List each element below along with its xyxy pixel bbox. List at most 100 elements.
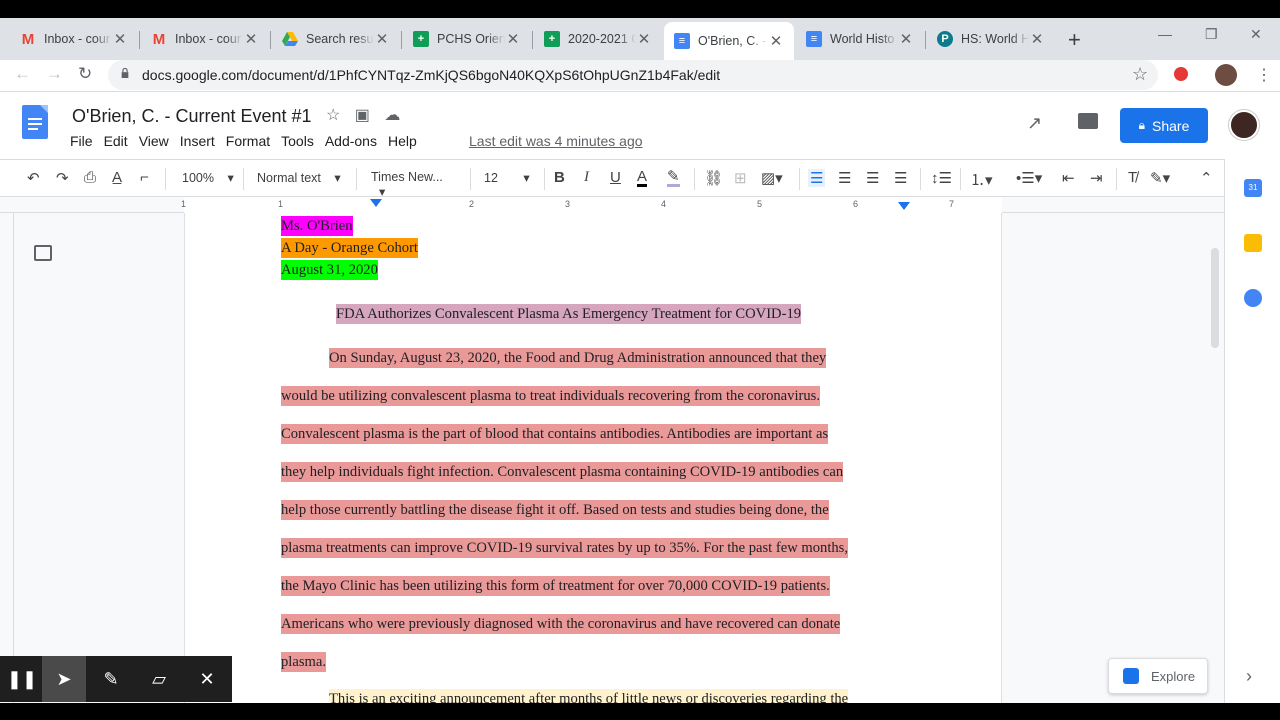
- close-tab-icon[interactable]: ✕: [636, 30, 652, 48]
- reload-icon[interactable]: ↻: [78, 64, 92, 84]
- close-tab-icon[interactable]: ✕: [505, 30, 521, 48]
- share-label: Share: [1152, 117, 1190, 134]
- minimize-icon[interactable]: —: [1158, 26, 1172, 42]
- back-icon[interactable]: ←: [14, 64, 31, 84]
- letterbox-top: [0, 0, 1280, 18]
- spellcheck-icon[interactable]: A̲: [112, 169, 122, 186]
- close-tab-icon[interactable]: ✕: [243, 30, 259, 48]
- document-title[interactable]: O'Brien, C. - Current Event #1: [72, 106, 312, 127]
- chevron-right-icon[interactable]: ›: [1246, 666, 1252, 687]
- print-icon[interactable]: ⎙: [84, 169, 96, 186]
- share-button[interactable]: 🔒︎ Share: [1120, 108, 1208, 143]
- undo-icon[interactable]: ↶: [27, 169, 40, 187]
- add-comment-icon[interactable]: ⊞: [734, 169, 747, 187]
- browser-menu-icon[interactable]: ⋮: [1256, 65, 1272, 85]
- numbered-list-icon[interactable]: ⒈▾: [970, 169, 993, 190]
- menu-view[interactable]: View: [139, 133, 169, 149]
- clear-formatting-icon[interactable]: T̸: [1128, 169, 1137, 186]
- star-icon[interactable]: ☆: [326, 107, 340, 124]
- account-avatar[interactable]: [1229, 110, 1259, 140]
- close-icon[interactable]: ✕: [185, 656, 229, 702]
- increase-indent-icon[interactable]: ⇥: [1090, 169, 1103, 187]
- horizontal-ruler[interactable]: 1 1 2 3 4 5 6 7: [0, 197, 1224, 213]
- align-left-icon[interactable]: ☰: [808, 169, 826, 187]
- menu-insert[interactable]: Insert: [180, 133, 215, 149]
- close-tab-icon[interactable]: ✕: [1029, 30, 1045, 48]
- insert-image-icon[interactable]: ▨▾: [761, 169, 783, 187]
- align-center-icon[interactable]: ☰: [838, 169, 851, 187]
- profile-avatar[interactable]: [1215, 64, 1237, 86]
- browser-tab[interactable]: P HS: World H ✕: [927, 24, 1055, 54]
- document-outline-icon[interactable]: [34, 245, 52, 261]
- browser-tab[interactable]: M Inbox - cour ✕: [141, 24, 269, 54]
- insert-link-icon[interactable]: ⛓: [704, 169, 723, 187]
- menu-addons[interactable]: Add-ons: [325, 133, 377, 149]
- text-color-icon[interactable]: A: [637, 169, 648, 187]
- style-select[interactable]: Normal text ▾: [257, 170, 347, 185]
- browser-tab[interactable]: ≡ World Histo ✕: [796, 24, 924, 54]
- decrease-indent-icon[interactable]: ⇤: [1062, 169, 1075, 187]
- url-text: docs.google.com/document/d/1PhfCYNTqz-Zm…: [142, 67, 721, 83]
- restore-icon[interactable]: ❐: [1205, 26, 1218, 43]
- close-window-icon[interactable]: ✕: [1250, 26, 1262, 43]
- close-tab-icon[interactable]: ✕: [768, 32, 784, 50]
- bulleted-list-icon[interactable]: •☰▾: [1016, 169, 1042, 187]
- new-tab-button[interactable]: +: [1068, 27, 1081, 53]
- browser-tab[interactable]: + PCHS Orient ✕: [403, 24, 531, 54]
- close-tab-icon[interactable]: ✕: [112, 30, 128, 48]
- redo-icon[interactable]: ↷: [56, 169, 69, 187]
- forward-icon[interactable]: →: [46, 64, 63, 84]
- menu-tools[interactable]: Tools: [281, 133, 314, 149]
- tasks-icon[interactable]: [1244, 289, 1262, 307]
- pen-icon[interactable]: ✎: [89, 656, 133, 702]
- indent-marker[interactable]: [370, 199, 382, 207]
- explore-button[interactable]: Explore: [1108, 658, 1208, 694]
- browser-tab[interactable]: Search result ✕: [272, 24, 400, 54]
- menu-help[interactable]: Help: [388, 133, 417, 149]
- align-right-icon[interactable]: ☰: [866, 169, 879, 187]
- menu-file[interactable]: File: [70, 133, 93, 149]
- vertical-ruler[interactable]: [0, 213, 14, 703]
- line-spacing-icon[interactable]: ↕☰: [931, 169, 952, 187]
- cursor-icon[interactable]: ➤: [42, 656, 86, 702]
- omnibox[interactable]: docs.google.com/document/d/1PhfCYNTqz-Zm…: [108, 60, 1158, 90]
- highlight-color-icon[interactable]: ✎: [667, 169, 680, 187]
- keep-icon[interactable]: [1244, 234, 1262, 252]
- paint-format-icon[interactable]: ⌐: [140, 169, 149, 186]
- hide-menus-icon[interactable]: ⌃: [1200, 169, 1213, 187]
- italic-icon[interactable]: I: [584, 169, 589, 186]
- ruler-number: 1: [278, 199, 284, 209]
- lock-icon: [121, 68, 129, 78]
- activity-trend-icon[interactable]: ↗: [1027, 113, 1042, 134]
- font-select[interactable]: Times New... ▾: [371, 170, 459, 199]
- screen: M Inbox - cour ✕ M Inbox - cour ✕ Search…: [0, 0, 1280, 720]
- last-edit-link[interactable]: Last edit was 4 minutes ago: [469, 133, 643, 149]
- calendar-icon[interactable]: 31: [1244, 179, 1262, 197]
- extension-icon[interactable]: [1174, 67, 1188, 81]
- pause-icon[interactable]: ❚❚: [0, 656, 44, 702]
- font-size-select[interactable]: 12 ▾: [484, 170, 534, 185]
- editing-mode-icon[interactable]: ✎▾: [1150, 169, 1170, 187]
- zoom-select[interactable]: 100% ▾: [182, 170, 234, 185]
- justify-icon[interactable]: ☰: [894, 169, 907, 187]
- close-tab-icon[interactable]: ✕: [374, 30, 390, 48]
- paragraph-line: they help individuals fight infection. C…: [281, 462, 844, 482]
- bookmark-star-icon[interactable]: ☆: [1132, 64, 1148, 85]
- paragraph-line: plasma treatments can improve COVID-19 s…: [281, 538, 849, 558]
- google-docs-logo-icon[interactable]: [22, 105, 48, 139]
- move-folder-icon[interactable]: ▣: [355, 107, 370, 124]
- menu-format[interactable]: Format: [226, 133, 270, 149]
- comments-icon[interactable]: [1078, 113, 1098, 129]
- vertical-scrollbar[interactable]: [1211, 248, 1219, 348]
- underline-icon[interactable]: U: [610, 169, 621, 186]
- browser-tab[interactable]: M Inbox - cour ✕: [10, 24, 138, 54]
- document-page[interactable]: Ms. O'Brien A Day - Orange Cohort August…: [184, 213, 1002, 703]
- right-margin-marker[interactable]: [898, 202, 910, 210]
- browser-tab[interactable]: + 2020-2021 C ✕: [534, 24, 662, 54]
- cloud-saved-icon[interactable]: ☁: [384, 107, 400, 124]
- bold-icon[interactable]: B: [554, 169, 565, 186]
- highlighter-icon[interactable]: ▱: [137, 656, 181, 702]
- close-tab-icon[interactable]: ✕: [898, 30, 914, 48]
- browser-tab-active[interactable]: ≡ O'Brien, C. - ✕: [664, 22, 794, 60]
- menu-edit[interactable]: Edit: [104, 133, 128, 149]
